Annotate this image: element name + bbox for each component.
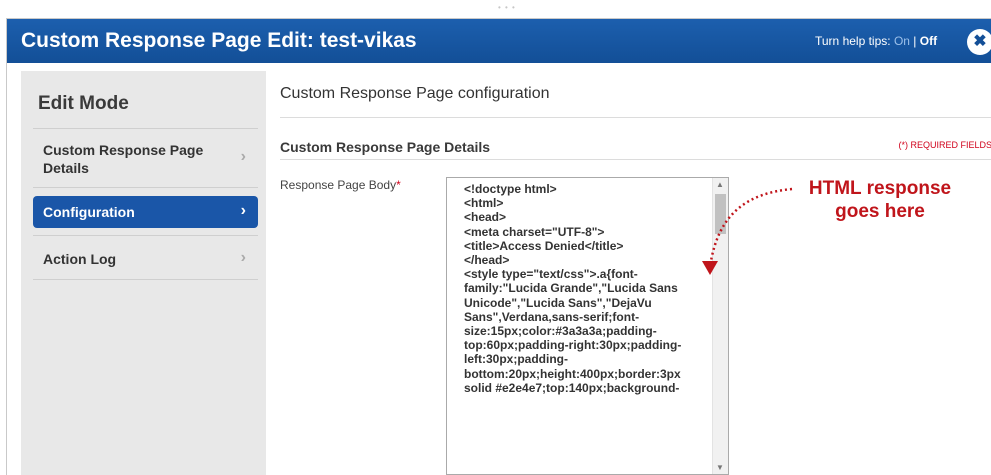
- required-fields-note: (*) REQUIRED FIELDS: [898, 140, 991, 150]
- divider: [33, 279, 258, 280]
- chevron-right-icon: ›: [240, 202, 246, 219]
- help-tips-off[interactable]: Off: [920, 34, 937, 48]
- field-label-text: Response Page Body: [280, 178, 397, 192]
- divider: [33, 235, 258, 236]
- close-button[interactable]: ✖: [967, 29, 991, 55]
- divider: [33, 128, 258, 129]
- close-icon: ✖: [973, 33, 987, 50]
- sidebar-item-details[interactable]: Custom Response Page Details ›: [33, 139, 258, 183]
- modal-window: Custom Response Page Edit: test-vikas Tu…: [6, 18, 991, 475]
- help-tips-label: Turn help tips:: [815, 34, 891, 48]
- details-heading: Custom Response Page Details: [280, 139, 491, 155]
- main-content: Custom Response Page configuration Custo…: [280, 71, 991, 475]
- sidebar-item-action-log[interactable]: Action Log ›: [33, 243, 258, 275]
- chevron-right-icon: ›: [240, 249, 246, 266]
- resize-grip[interactable]: • • •: [498, 3, 516, 12]
- required-marker: *: [396, 178, 401, 192]
- window-title: Custom Response Page Edit: test-vikas: [21, 29, 417, 52]
- divider: [280, 159, 991, 160]
- sidebar-heading: Edit Mode: [38, 93, 129, 114]
- annotation-callout: HTML response goes here: [790, 177, 970, 223]
- help-tips-on[interactable]: On: [894, 34, 910, 48]
- annotation-line-1: HTML response: [808, 178, 952, 199]
- divider: [33, 187, 258, 188]
- help-tips-toggle: Turn help tips: On | Off: [815, 34, 937, 48]
- response-body-label: Response Page Body*: [280, 178, 401, 192]
- section-title: Custom Response Page configuration: [280, 85, 550, 102]
- sidebar: Edit Mode Custom Response Page Details ›…: [21, 71, 266, 475]
- sidebar-item-label: Action Log: [43, 251, 117, 267]
- annotation-line-2: goes here: [835, 201, 925, 222]
- sidebar-item-label: Configuration: [43, 204, 135, 220]
- help-tips-separator: |: [913, 34, 917, 48]
- annotation-arrow: [702, 187, 793, 275]
- divider: [280, 117, 991, 118]
- sidebar-item-configuration[interactable]: Configuration ›: [33, 196, 258, 228]
- scroll-down-icon[interactable]: ▼: [716, 463, 724, 472]
- sidebar-item-label: Custom Response Page Details: [43, 142, 204, 176]
- chevron-right-icon: ›: [240, 148, 246, 165]
- title-bar: Custom Response Page Edit: test-vikas Tu…: [7, 19, 991, 63]
